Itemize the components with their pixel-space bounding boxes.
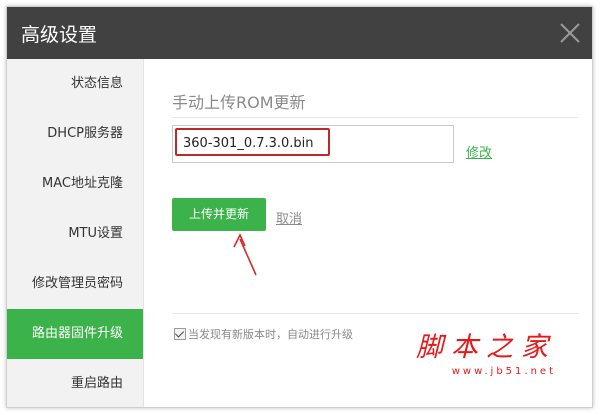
- cancel-link[interactable]: 取消: [276, 208, 302, 227]
- sidebar-item-status[interactable]: 状态信息: [7, 59, 143, 109]
- sidebar-item-dhcp[interactable]: DHCP服务器: [7, 109, 143, 159]
- modify-link[interactable]: 修改: [466, 142, 492, 161]
- watermark: 脚本之家 www.jb51.net: [416, 325, 556, 377]
- watermark-title: 脚本之家: [416, 332, 556, 363]
- upload-and-update-button[interactable]: 上传并更新: [172, 198, 266, 231]
- sidebar-item-reboot[interactable]: 重启路由: [7, 359, 143, 409]
- file-name-field[interactable]: 360-301_0.7.3.0.bin: [175, 128, 330, 156]
- auto-upgrade-option[interactable]: 当发现有新版本时，自动进行升级: [174, 326, 353, 342]
- dialog-title: 高级设置: [21, 24, 98, 46]
- section-title: 手动上传ROM更新: [172, 93, 306, 112]
- sidebar-item-mtu[interactable]: MTU设置: [7, 209, 143, 259]
- advanced-settings-dialog: 高级设置 状态信息 DHCP服务器 MAC地址克隆 MTU设置 修改管理员密码 …: [6, 6, 593, 408]
- auto-upgrade-label: 当发现有新版本时，自动进行升级: [188, 328, 353, 341]
- close-button[interactable]: [558, 21, 582, 45]
- sidebar-item-admin-password[interactable]: 修改管理员密码: [7, 259, 143, 309]
- sidebar: 状态信息 DHCP服务器 MAC地址克隆 MTU设置 修改管理员密码 路由器固件…: [7, 59, 144, 407]
- sidebar-item-mac-clone[interactable]: MAC地址克隆: [7, 159, 143, 209]
- divider: [172, 117, 578, 118]
- auto-upgrade-checkbox[interactable]: [174, 328, 186, 340]
- sidebar-item-firmware-upgrade[interactable]: 路由器固件升级: [7, 309, 143, 359]
- red-arrow-annotation-icon: [233, 233, 257, 276]
- divider: [172, 313, 578, 314]
- title-bar: 高级设置: [7, 7, 592, 59]
- watermark-url: www.jb51.net: [451, 366, 556, 377]
- close-icon: [560, 23, 580, 43]
- main-panel: 手动上传ROM更新 360-301_0.7.3.0.bin 修改 上传并更新 取…: [144, 59, 592, 407]
